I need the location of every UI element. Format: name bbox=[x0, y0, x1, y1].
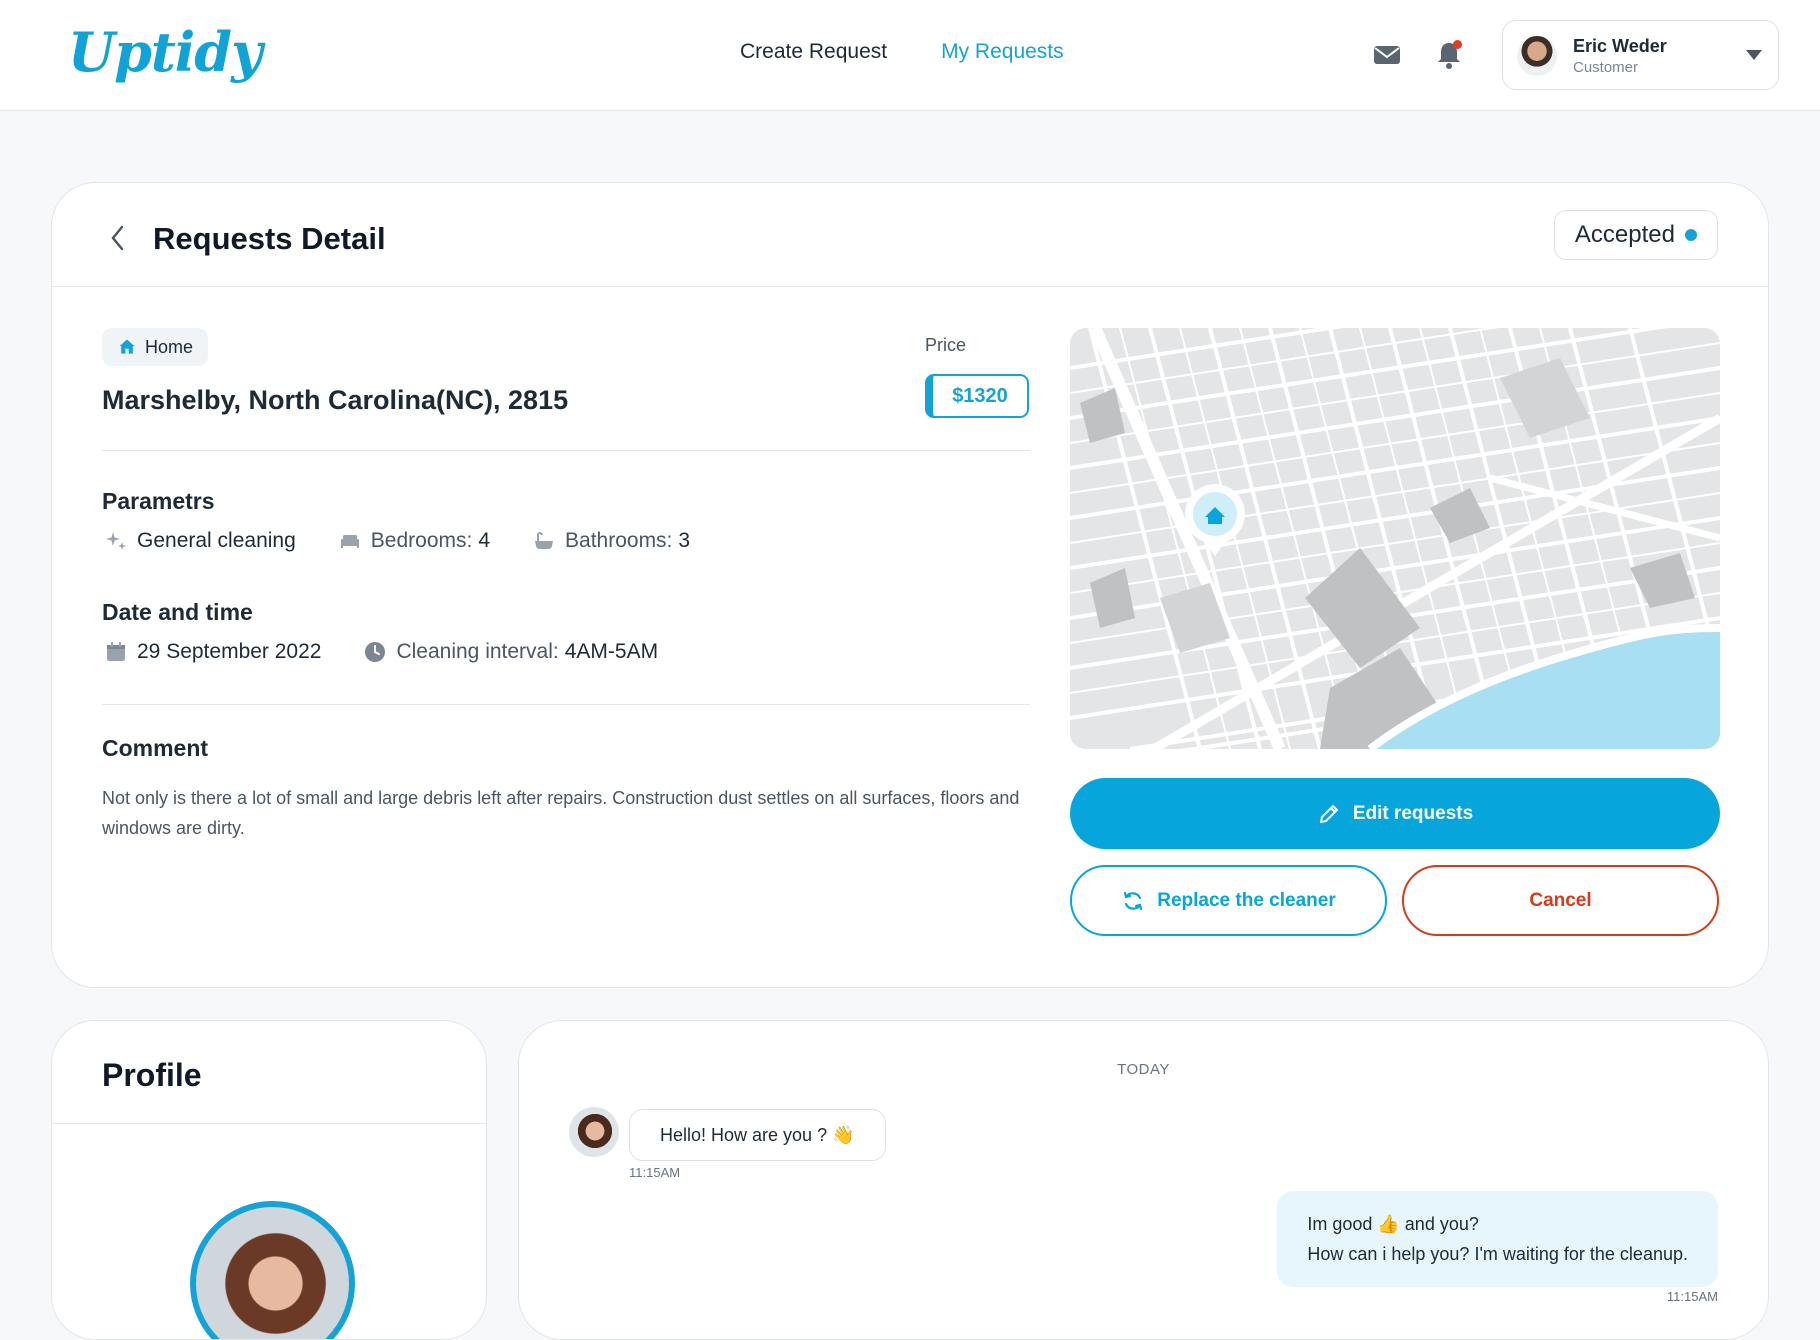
clock-icon bbox=[365, 642, 386, 662]
status-label: Accepted bbox=[1574, 221, 1675, 248]
chat-message-text: How can i help you? I'm waiting for the … bbox=[1307, 1244, 1688, 1264]
datetime-title: Date and time bbox=[102, 599, 253, 625]
page-title: Requests Detail bbox=[153, 221, 386, 256]
parameters-row: General cleaning Bedrooms: 4 Bathrooms: … bbox=[104, 529, 732, 553]
divider bbox=[102, 704, 1030, 705]
notification-dot bbox=[1453, 40, 1462, 49]
chat-day-separator: TODAY bbox=[1117, 1061, 1170, 1078]
nav-create-request[interactable]: Create Request bbox=[740, 40, 887, 64]
property-type-tag: Home bbox=[102, 328, 209, 366]
status-badge: Accepted bbox=[1553, 210, 1718, 260]
user-menu[interactable]: Eric Weder Customer bbox=[1502, 20, 1779, 90]
address: Marshelby, North Carolina(NC), 2815 bbox=[102, 385, 569, 415]
cleaner-avatar[interactable] bbox=[190, 1201, 355, 1339]
home-icon bbox=[119, 339, 135, 354]
chat-panel: TODAY Hello! How are you ? 👋 11:15AM Im … bbox=[518, 1020, 1769, 1340]
chat-message-text: Im good 👍 and you? bbox=[1307, 1214, 1479, 1234]
pencil-icon bbox=[1319, 804, 1338, 823]
mail-icon[interactable] bbox=[1370, 38, 1404, 72]
comment-text: Not only is there a lot of small and lar… bbox=[102, 788, 1020, 838]
edit-requests-button[interactable]: Edit requests bbox=[1070, 778, 1720, 849]
date-value: 29 September 2022 bbox=[137, 640, 322, 663]
chat-message-text: Hello! How are you ? 👋 bbox=[660, 1124, 855, 1145]
parameters-title: Parametrs bbox=[102, 488, 215, 514]
divider bbox=[52, 1123, 486, 1124]
cleaning-interval: Cleaning interval: 4AM-5AM bbox=[363, 640, 658, 664]
app-logo[interactable]: Uptidy bbox=[68, 20, 262, 84]
bathtub-icon bbox=[535, 531, 554, 549]
chat-message-outgoing: Im good 👍 and you? How can i help you? I… bbox=[1277, 1191, 1718, 1287]
price-label: Price bbox=[925, 335, 967, 355]
price-badge: $1320 bbox=[925, 374, 1029, 418]
profile-title: Profile bbox=[102, 1057, 202, 1093]
chat-message-time: 11:15AM bbox=[1666, 1289, 1718, 1304]
date: 29 September 2022 bbox=[104, 640, 321, 664]
interval-label: Cleaning interval: bbox=[396, 640, 559, 663]
status-dot bbox=[1685, 229, 1697, 241]
bathrooms-value: 3 bbox=[678, 529, 691, 552]
datetime-row: 29 September 2022 Cleaning interval: 4AM… bbox=[104, 640, 700, 664]
user-name: Eric Weder bbox=[1573, 36, 1667, 56]
chevron-down-icon bbox=[1746, 50, 1762, 60]
request-detail-card: Requests Detail Accepted Home Marshelby,… bbox=[51, 182, 1769, 988]
bedrooms-value: 4 bbox=[478, 529, 491, 552]
notification-bell-icon[interactable] bbox=[1432, 38, 1466, 72]
map-graphic bbox=[1070, 328, 1720, 749]
divider bbox=[102, 450, 1030, 451]
location-map[interactable] bbox=[1070, 328, 1720, 749]
chat-message-time: 11:15AM bbox=[629, 1165, 681, 1180]
calendar-icon bbox=[107, 642, 125, 661]
cancel-button[interactable]: Cancel bbox=[1402, 865, 1719, 936]
comment-title: Comment bbox=[102, 735, 209, 761]
main-nav: Create Request My Requests bbox=[740, 40, 1064, 64]
sparkle-icon bbox=[106, 532, 126, 550]
nav-my-requests[interactable]: My Requests bbox=[941, 40, 1064, 64]
param-cleaning-label: General cleaning bbox=[137, 529, 296, 552]
param-bathrooms: Bathrooms: 3 bbox=[532, 529, 690, 553]
param-bedrooms: Bedrooms: 4 bbox=[338, 529, 490, 553]
chat-avatar bbox=[569, 1107, 619, 1157]
edit-requests-label: Edit requests bbox=[1352, 802, 1474, 824]
chat-message-incoming: Hello! How are you ? 👋 bbox=[629, 1109, 886, 1161]
refresh-icon bbox=[1124, 891, 1143, 910]
param-cleaning: General cleaning bbox=[104, 529, 296, 553]
card-header: Requests Detail Accepted bbox=[52, 183, 1768, 287]
back-arrow-icon[interactable] bbox=[108, 223, 128, 253]
profile-card: Profile bbox=[51, 1020, 487, 1340]
bed-icon bbox=[340, 535, 359, 548]
user-avatar bbox=[1517, 36, 1557, 76]
replace-cleaner-button[interactable]: Replace the cleaner bbox=[1070, 865, 1387, 936]
property-type-label: Home bbox=[145, 336, 194, 357]
user-role: Customer bbox=[1573, 59, 1639, 76]
interval-value: 4AM-5AM bbox=[564, 640, 659, 663]
top-bar: Uptidy Create Request My Requests Eric W… bbox=[0, 0, 1820, 111]
replace-cleaner-label: Replace the cleaner bbox=[1157, 889, 1336, 911]
bathrooms-label: Bathrooms: bbox=[565, 529, 673, 552]
bedrooms-label: Bedrooms: bbox=[370, 529, 473, 552]
